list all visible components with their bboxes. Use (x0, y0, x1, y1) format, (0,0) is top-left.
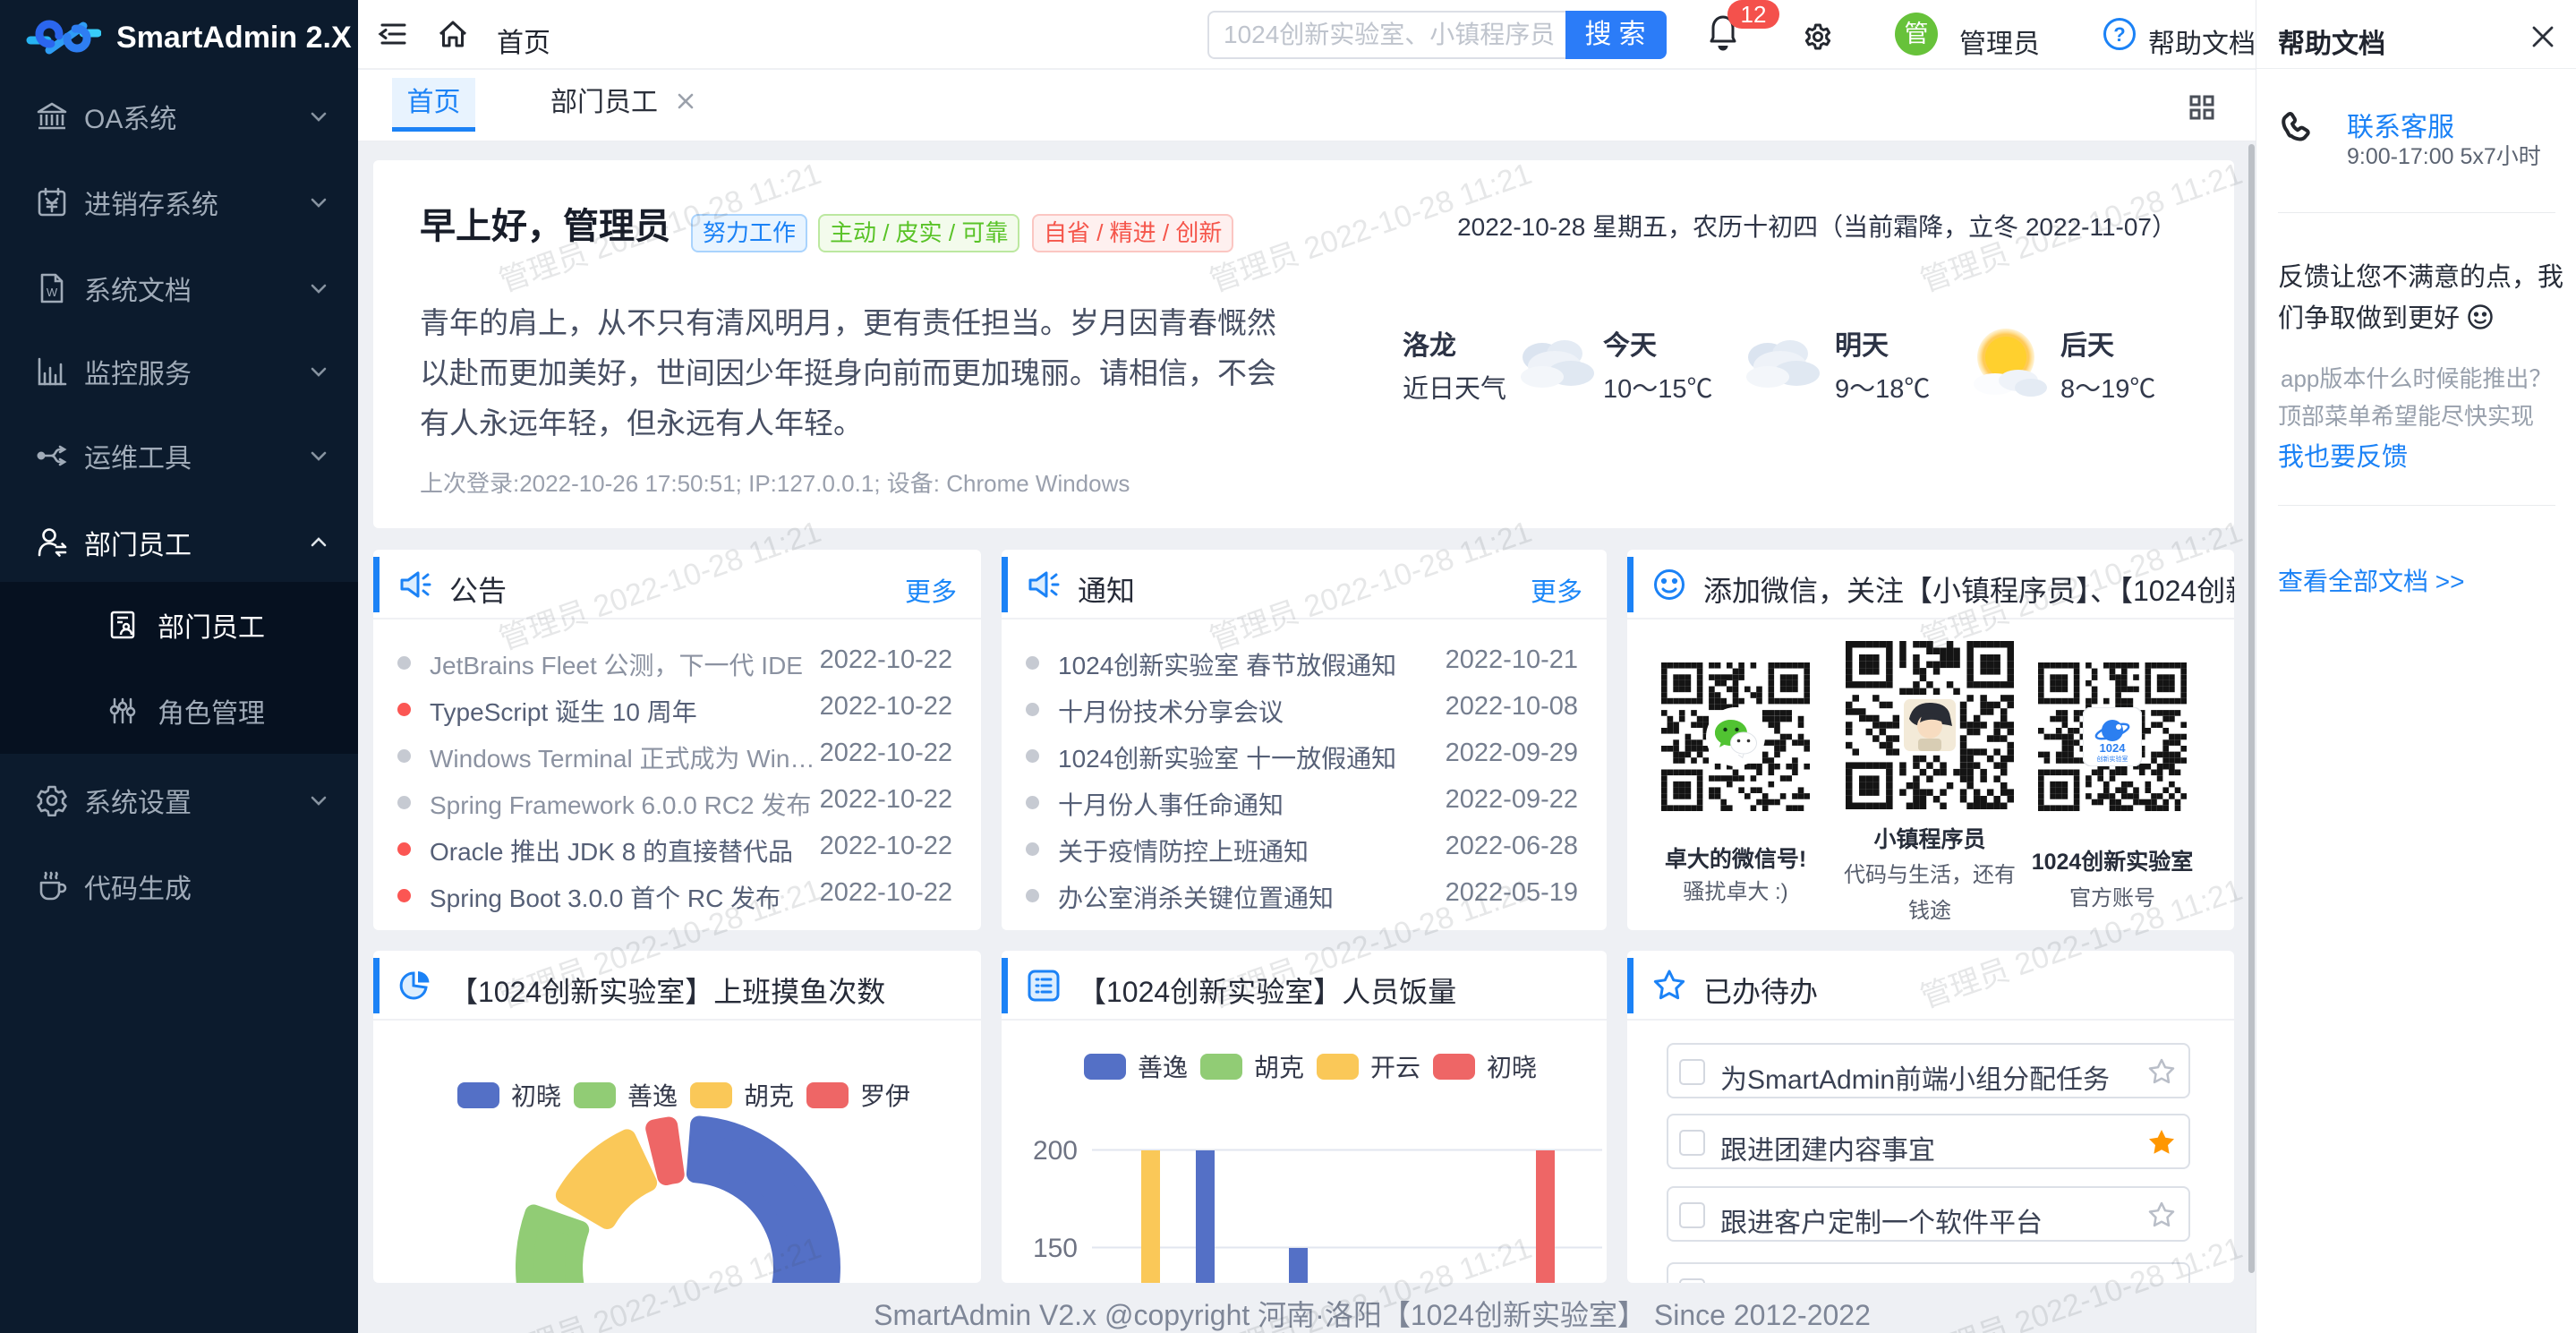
svg-text:200: 200 (1033, 1136, 1078, 1166)
svg-text:1024: 1024 (2100, 741, 2127, 755)
svg-text:W: W (47, 286, 58, 299)
svg-text:150: 150 (1033, 1234, 1078, 1263)
svg-text:创新实验室: 创新实验室 (2097, 755, 2128, 763)
svg-text:?: ? (2113, 23, 2125, 46)
